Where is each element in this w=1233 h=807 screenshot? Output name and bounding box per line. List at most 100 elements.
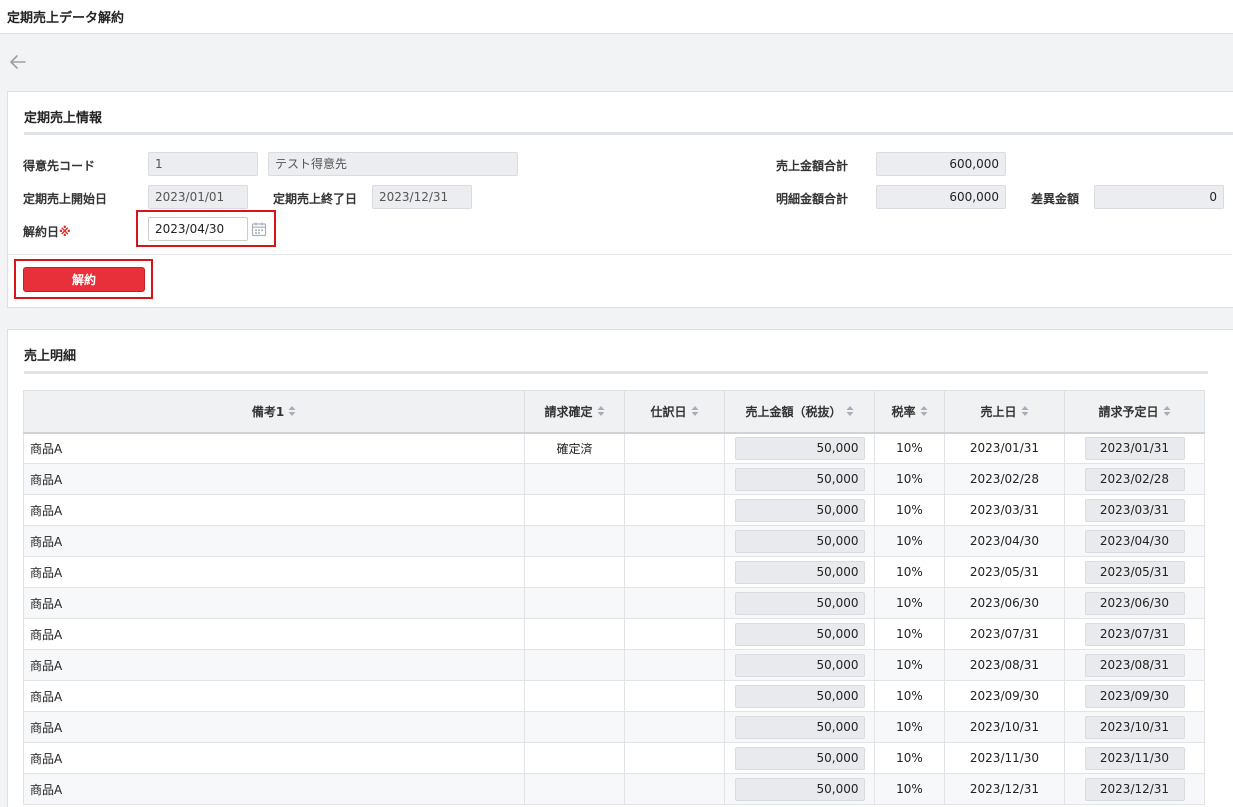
cell-tax-rate: 10% xyxy=(874,680,945,712)
amount-field: 50,000 xyxy=(734,436,865,460)
page-title: 定期売上データ解約 xyxy=(7,11,125,26)
cell-billing-date: 2023/09/30 xyxy=(1064,680,1205,712)
cell-billing-confirmed xyxy=(524,525,625,557)
cell-billing-date: 2023/03/31 xyxy=(1064,494,1205,526)
billing-date-field: 2023/11/30 xyxy=(1084,746,1185,770)
billing-date-field: 2023/08/31 xyxy=(1084,653,1185,677)
cell-sales-date: 2023/02/28 xyxy=(944,463,1065,495)
cell-billing-confirmed xyxy=(524,587,625,619)
cell-journal-date xyxy=(624,649,725,681)
cell-billing-date: 2023/10/31 xyxy=(1064,711,1205,743)
table-header-row: 備考1 請求確定 仕訳日 売上金額（税抜） 税率 売上日 請求予定日 xyxy=(23,390,1205,434)
table-row[interactable]: 商品A 50,000 10% 2023/08/31 2023/08/31 xyxy=(23,649,1205,681)
calendar-icon[interactable] xyxy=(251,221,267,237)
cell-tax-rate: 10% xyxy=(874,463,945,495)
billing-date-field: 2023/01/31 xyxy=(1084,436,1185,460)
billing-date-field: 2023/02/28 xyxy=(1084,467,1185,491)
cell-note: 商品A xyxy=(23,680,525,712)
cell-billing-date: 2023/06/30 xyxy=(1064,587,1205,619)
cell-amount: 50,000 xyxy=(724,618,875,650)
cell-journal-date xyxy=(624,773,725,805)
amount-field: 50,000 xyxy=(734,622,865,646)
cell-sales-date: 2023/09/30 xyxy=(944,680,1065,712)
diff-field: 0 xyxy=(1094,185,1224,209)
cell-sales-date: 2023/10/31 xyxy=(944,711,1065,743)
detail-total-label: 明細金額合計 xyxy=(776,192,849,206)
col-billing-date[interactable]: 請求予定日 xyxy=(1064,390,1205,434)
customer-code-field: 1 xyxy=(148,152,258,176)
back-arrow-icon[interactable] xyxy=(7,51,29,73)
amount-field: 50,000 xyxy=(734,653,865,677)
cell-sales-date: 2023/08/31 xyxy=(944,649,1065,681)
diff-label: 差異金額 xyxy=(1031,192,1080,206)
cell-note: 商品A xyxy=(23,432,525,464)
sales-info-rule xyxy=(24,132,1233,135)
col-tax-rate[interactable]: 税率 xyxy=(874,390,945,434)
amount-field: 50,000 xyxy=(734,560,865,584)
detail-total-field: 600,000 xyxy=(876,185,1006,209)
cell-billing-date: 2023/08/31 xyxy=(1064,649,1205,681)
cell-sales-date: 2023/03/31 xyxy=(944,494,1065,526)
table-row[interactable]: 商品A 50,000 10% 2023/06/30 2023/06/30 xyxy=(23,587,1205,619)
amount-field: 50,000 xyxy=(734,746,865,770)
amount-field: 50,000 xyxy=(734,777,865,801)
table-row[interactable]: 商品A 50,000 10% 2023/05/31 2023/05/31 xyxy=(23,556,1205,588)
cell-journal-date xyxy=(624,525,725,557)
table-row[interactable]: 商品A 50,000 10% 2023/10/31 2023/10/31 xyxy=(23,711,1205,743)
cell-billing-date: 2023/05/31 xyxy=(1064,556,1205,588)
sort-icon[interactable] xyxy=(288,405,296,420)
col-billing-confirmed[interactable]: 請求確定 xyxy=(524,390,625,434)
col-amount[interactable]: 売上金額（税抜） xyxy=(724,390,875,434)
cell-amount: 50,000 xyxy=(724,432,875,464)
cell-note: 商品A xyxy=(23,556,525,588)
cancel-contract-button[interactable]: 解約 xyxy=(23,267,145,292)
billing-date-field: 2023/10/31 xyxy=(1084,715,1185,739)
col-sales-date[interactable]: 売上日 xyxy=(944,390,1065,434)
cell-billing-confirmed xyxy=(524,680,625,712)
sort-icon[interactable] xyxy=(1163,405,1171,420)
sort-icon[interactable] xyxy=(597,405,605,420)
sales-detail-rule xyxy=(24,371,1208,374)
cell-journal-date xyxy=(624,587,725,619)
cell-billing-confirmed xyxy=(524,618,625,650)
billing-date-field: 2023/06/30 xyxy=(1084,591,1185,615)
cell-note: 商品A xyxy=(23,618,525,650)
sort-icon[interactable] xyxy=(846,405,854,420)
cell-tax-rate: 10% xyxy=(874,432,945,464)
start-date-field: 2023/01/01 xyxy=(148,185,248,209)
table-row[interactable]: 商品A 50,000 10% 2023/04/30 2023/04/30 xyxy=(23,525,1205,557)
cell-tax-rate: 10% xyxy=(874,773,945,805)
sort-icon[interactable] xyxy=(1021,405,1029,420)
col-note[interactable]: 備考1 xyxy=(23,390,525,434)
cell-note: 商品A xyxy=(23,742,525,774)
title-bar: 定期売上データ解約 xyxy=(0,0,1233,34)
cell-tax-rate: 10% xyxy=(874,525,945,557)
table-row[interactable]: 商品A 50,000 10% 2023/07/31 2023/07/31 xyxy=(23,618,1205,650)
cell-journal-date xyxy=(624,711,725,743)
table-row[interactable]: 商品A 50,000 10% 2023/09/30 2023/09/30 xyxy=(23,680,1205,712)
sales-detail-title: 売上明細 xyxy=(24,349,77,364)
cell-billing-date: 2023/01/31 xyxy=(1064,432,1205,464)
table-row[interactable]: 商品A 50,000 10% 2023/11/30 2023/11/30 xyxy=(23,742,1205,774)
cell-sales-date: 2023/05/31 xyxy=(944,556,1065,588)
cell-billing-confirmed xyxy=(524,463,625,495)
cell-billing-date: 2023/02/28 xyxy=(1064,463,1205,495)
cell-sales-date: 2023/11/30 xyxy=(944,742,1065,774)
cell-amount: 50,000 xyxy=(724,525,875,557)
cell-amount: 50,000 xyxy=(724,711,875,743)
cell-journal-date xyxy=(624,432,725,464)
cancel-date-input[interactable] xyxy=(148,217,248,241)
cell-sales-date: 2023/07/31 xyxy=(944,618,1065,650)
table-row[interactable]: 商品A 50,000 10% 2023/12/31 2023/12/31 xyxy=(23,773,1205,805)
col-journal-date[interactable]: 仕訳日 xyxy=(624,390,725,434)
table-row[interactable]: 商品A 50,000 10% 2023/03/31 2023/03/31 xyxy=(23,494,1205,526)
cell-note: 商品A xyxy=(23,773,525,805)
cell-note: 商品A xyxy=(23,711,525,743)
cell-amount: 50,000 xyxy=(724,773,875,805)
cell-journal-date xyxy=(624,463,725,495)
cell-amount: 50,000 xyxy=(724,494,875,526)
table-row[interactable]: 商品A 50,000 10% 2023/02/28 2023/02/28 xyxy=(23,463,1205,495)
table-row[interactable]: 商品A 確定済 50,000 10% 2023/01/31 2023/01/31 xyxy=(23,432,1205,464)
sort-icon[interactable] xyxy=(691,405,699,420)
sort-icon[interactable] xyxy=(920,405,928,420)
